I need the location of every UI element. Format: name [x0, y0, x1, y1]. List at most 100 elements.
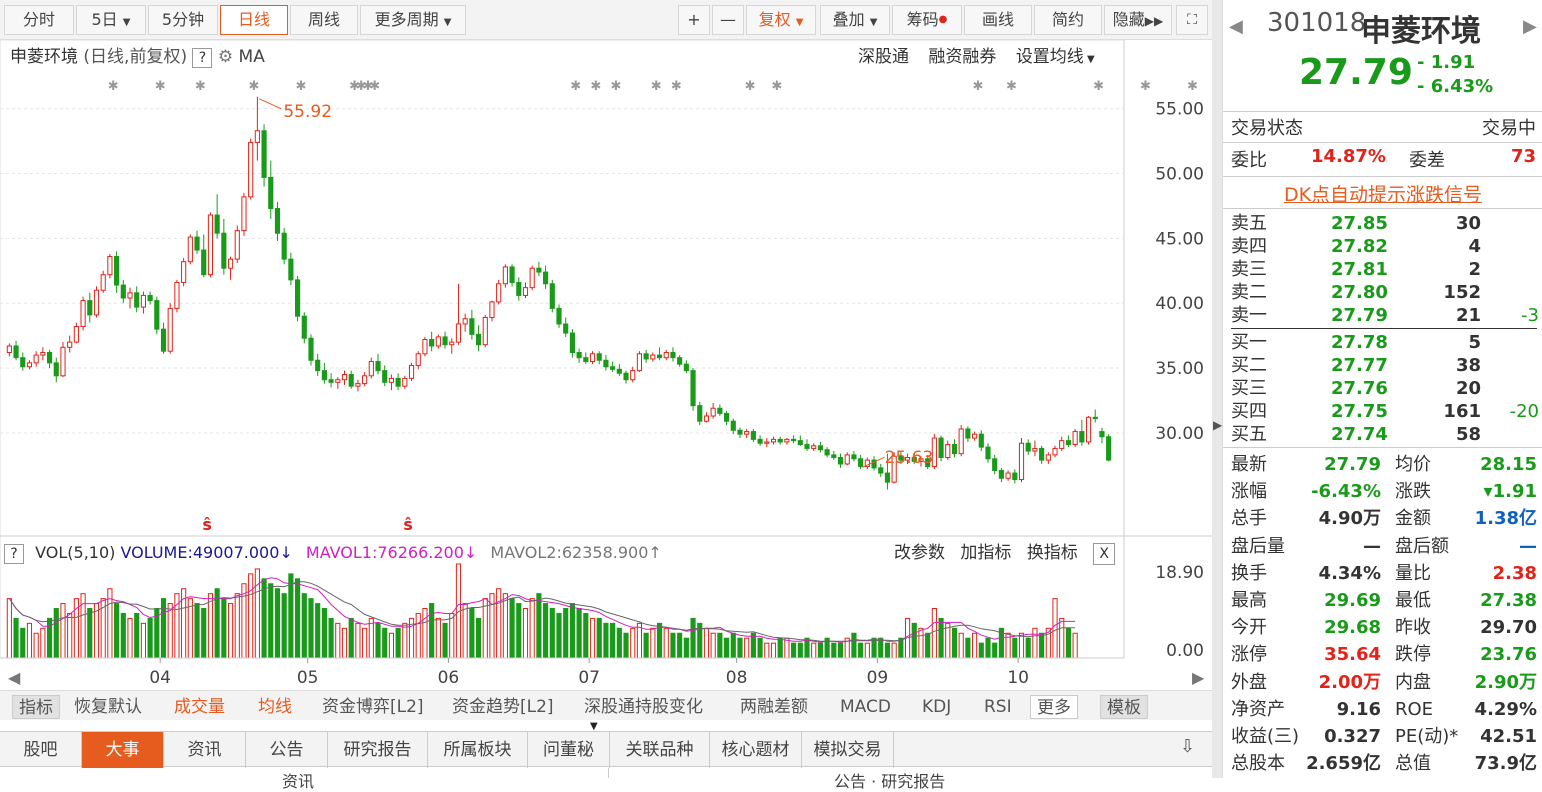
- volume-bar: [355, 622, 361, 659]
- buy-level[interactable]: 买五 27.74 58: [1231, 423, 1539, 446]
- tab-indicator[interactable]: 指标: [12, 695, 60, 719]
- candle-body: [201, 249, 207, 276]
- ob-price: 27.82: [1331, 236, 1388, 257]
- caret-down-icon: ▼: [122, 17, 131, 28]
- volume-bar: [831, 642, 837, 659]
- tab-template[interactable]: 模板: [1100, 695, 1148, 719]
- tab-hk-holding[interactable]: 深股通持股变化: [584, 695, 703, 719]
- stat-row: 涨停 35.64 跌停 23.76: [1231, 643, 1539, 666]
- tab-theme[interactable]: 核心题材: [710, 732, 802, 768]
- sell-level[interactable]: 卖三 27.81 2: [1231, 258, 1539, 281]
- sell-level[interactable]: 卖四 27.82 4: [1231, 235, 1539, 258]
- prev-stock-icon[interactable]: ◀: [1229, 16, 1243, 37]
- tab-sim-trade[interactable]: 模拟交易: [802, 732, 894, 768]
- candle-body: [221, 232, 227, 269]
- candle-body: [549, 283, 555, 309]
- stat-row: 外盘 2.00万 内盘 2.90万: [1231, 671, 1539, 694]
- tab-margin-diff[interactable]: 两融差额: [740, 695, 808, 719]
- zoom-in-button[interactable]: +: [678, 5, 710, 35]
- fuquan-button[interactable]: 复权 ▼: [746, 5, 816, 35]
- candle-body: [723, 412, 730, 422]
- tab-ask-secretary[interactable]: 问董秘: [528, 732, 610, 768]
- tab-more[interactable]: 更多: [1030, 695, 1078, 719]
- tab-events[interactable]: 大事: [82, 732, 164, 768]
- overlay-button[interactable]: 叠加 ▼: [820, 5, 890, 35]
- y-axis: 55.00 50.00 45.00 40.00 35.00 30.00 18.90 0.00: [1155, 100, 1204, 661]
- candle-body: [194, 236, 200, 251]
- chips-button[interactable]: 筹码●: [892, 5, 962, 35]
- switch-indicator-button[interactable]: 换指标: [1027, 543, 1078, 563]
- candle-body: [1092, 416, 1098, 420]
- tab-guba[interactable]: 股吧: [0, 732, 82, 768]
- tab-related[interactable]: 关联品种: [610, 732, 710, 768]
- sell-level[interactable]: 卖一 27.79 21 -3: [1231, 304, 1539, 327]
- candle-body: [33, 354, 39, 364]
- help-icon[interactable]: ?: [4, 544, 24, 564]
- tab-sector[interactable]: 所属板块: [428, 732, 528, 768]
- stat-label: 涨幅: [1231, 481, 1267, 503]
- ob-label: 买五: [1231, 424, 1267, 445]
- tab-rsi[interactable]: RSI: [984, 695, 1012, 719]
- dk-signal-link[interactable]: DK点自动提示涨跌信号: [1223, 180, 1542, 207]
- panel-divider[interactable]: ▶: [1212, 0, 1222, 778]
- candle-body: [355, 383, 361, 387]
- tab-kdj[interactable]: KDJ: [922, 695, 951, 719]
- tab-notice[interactable]: 公告: [246, 732, 328, 768]
- period-daily[interactable]: 日线: [220, 5, 288, 35]
- tab-research[interactable]: 研究报告: [328, 732, 428, 768]
- volume-bar: [1018, 632, 1025, 659]
- buy-level[interactable]: 买二 27.77 38: [1231, 354, 1539, 377]
- period-toolbar: 分时 5日 ▼ 5分钟 日线 周线 更多周期 ▼ + — 复权 ▼ 叠加 ▼ 筹…: [0, 0, 1212, 40]
- tab-fund-trend[interactable]: 资金趋势[L2]: [452, 695, 554, 719]
- candle-body: [475, 333, 482, 346]
- candle-body: [1052, 447, 1058, 456]
- download-icon[interactable]: ⇩: [1180, 736, 1195, 757]
- sell-level[interactable]: 卖五 27.85 30: [1231, 212, 1539, 235]
- volume-bar: [516, 603, 522, 659]
- vol-buttons: 改参数 加指标 换指标 X: [894, 541, 1116, 565]
- fullscreen-icon[interactable]: ⛶: [1176, 5, 1208, 35]
- candle-body: [623, 372, 629, 381]
- ob-qty: 38: [1455, 355, 1481, 376]
- volume-bar: [295, 578, 301, 659]
- edit-params-button[interactable]: 改参数: [894, 543, 945, 563]
- draw-button[interactable]: 画线: [964, 5, 1032, 35]
- indicator-tabs: 指标 恢复默认 成交量 均线 资金博弈[L2] 资金趋势[L2] 深股通持股变化 两融差额 MA…: [0, 690, 1212, 720]
- simple-button[interactable]: 简约: [1034, 5, 1102, 35]
- tab-restore-default[interactable]: 恢复默认: [74, 695, 142, 719]
- stat-label: 最高: [1231, 590, 1267, 611]
- buy-level[interactable]: 买四 27.75 161 -20: [1231, 400, 1539, 423]
- tab-fund-game[interactable]: 资金博弈[L2]: [322, 695, 424, 719]
- stat-label: 最低: [1395, 590, 1431, 611]
- tab-news[interactable]: 资讯: [164, 732, 246, 768]
- stat-row: 最新 27.79 均价 28.15: [1231, 453, 1539, 476]
- hide-button[interactable]: 隐藏▶▶: [1104, 5, 1172, 35]
- period-5min[interactable]: 5分钟: [148, 5, 218, 35]
- period-weekly[interactable]: 周线: [290, 5, 358, 35]
- sell-level[interactable]: 卖二 27.80 152: [1231, 281, 1539, 304]
- x-tick-label: 07: [578, 668, 600, 688]
- buy-level[interactable]: 买三 27.76 20: [1231, 377, 1539, 400]
- x-tick-label: 06: [438, 668, 460, 688]
- kline-chart[interactable]: 55.92 25.63 55.00 50.00 45.00 40.00 35.00 30.0…: [0, 40, 1212, 690]
- collapse-arrow-icon[interactable]: ▶: [1213, 418, 1222, 432]
- vol-label[interactable]: VOL(5,10): [35, 543, 115, 562]
- period-fenshi[interactable]: 分时: [4, 5, 74, 35]
- volume-bar: [717, 632, 723, 659]
- buy-level[interactable]: 买一 27.78 5: [1231, 331, 1539, 354]
- candle-body: [972, 433, 978, 439]
- add-indicator-button[interactable]: 加指标: [960, 543, 1011, 563]
- period-more[interactable]: 更多周期 ▼: [360, 5, 466, 35]
- ob-label: 卖一: [1231, 305, 1267, 326]
- close-icon[interactable]: X: [1093, 543, 1116, 565]
- tab-volume[interactable]: 成交量: [174, 695, 225, 719]
- candle-body: [1059, 440, 1065, 449]
- tab-macd[interactable]: MACD: [840, 695, 891, 719]
- zoom-out-button[interactable]: —: [712, 5, 744, 35]
- candle-body: [1079, 431, 1085, 443]
- tab-ma[interactable]: 均线: [258, 695, 292, 719]
- next-stock-icon[interactable]: ▶: [1523, 16, 1537, 37]
- candle-body: [529, 267, 535, 289]
- period-5day[interactable]: 5日 ▼: [76, 5, 146, 35]
- volume-bar: [261, 578, 267, 659]
